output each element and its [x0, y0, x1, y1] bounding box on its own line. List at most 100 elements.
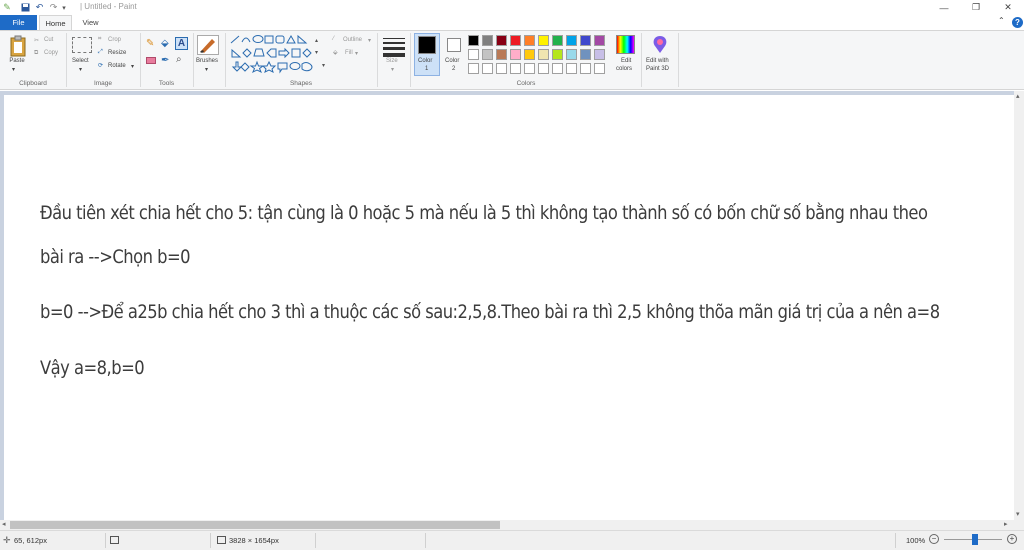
palette-swatch[interactable]: [468, 35, 479, 46]
cut-button[interactable]: Cut: [44, 37, 53, 43]
rotate-icon[interactable]: ⟳: [98, 62, 103, 69]
shapes-scroll-down-icon[interactable]: ▾: [315, 49, 318, 56]
zoom-slider-thumb[interactable]: [972, 534, 978, 545]
palette-swatch[interactable]: [496, 63, 507, 74]
resize-icon[interactable]: ⤢: [98, 49, 103, 56]
fill-bucket-icon[interactable]: ⬙: [161, 38, 169, 49]
palette-swatch[interactable]: [482, 49, 493, 60]
scroll-left-icon[interactable]: ◂: [2, 520, 6, 528]
close-icon[interactable]: ✕: [992, 0, 1024, 15]
palette-swatch[interactable]: [482, 35, 493, 46]
paint3d-label-line2[interactable]: Paint 3D: [646, 66, 669, 72]
rotate-button[interactable]: Rotate: [108, 63, 126, 69]
outline-icon[interactable]: ⁄: [333, 36, 334, 42]
magnifier-icon[interactable]: ⌕: [176, 54, 182, 65]
copy-button[interactable]: Copy: [44, 50, 58, 56]
fill-icon[interactable]: ⬙: [333, 49, 338, 56]
text-tool-icon[interactable]: A: [175, 37, 188, 50]
customize-quick-access-icon[interactable]: ▾: [60, 2, 68, 13]
scroll-up-icon[interactable]: ▴: [1016, 92, 1020, 100]
tab-view[interactable]: View: [74, 15, 107, 30]
brushes-label[interactable]: Brushes: [196, 58, 218, 64]
size-dropdown-icon[interactable]: ▾: [391, 66, 394, 73]
copy-icon[interactable]: ⧉: [34, 50, 38, 57]
paste-dropdown-icon[interactable]: ▾: [12, 66, 15, 73]
scroll-right-icon[interactable]: ▸: [1004, 520, 1008, 528]
color2-swatch[interactable]: [447, 38, 461, 52]
fill-dropdown-icon[interactable]: ▾: [355, 50, 358, 57]
resize-button[interactable]: Resize: [108, 50, 126, 56]
palette-swatch[interactable]: [524, 63, 535, 74]
minimize-icon[interactable]: —: [928, 0, 960, 15]
brushes-dropdown-icon[interactable]: ▾: [205, 66, 208, 73]
palette-swatch[interactable]: [580, 63, 591, 74]
paste-button[interactable]: [8, 35, 28, 57]
palette-swatch[interactable]: [468, 63, 479, 74]
palette-swatch[interactable]: [524, 49, 535, 60]
palette-swatch[interactable]: [552, 63, 563, 74]
brushes-button[interactable]: [197, 35, 219, 55]
palette-swatch[interactable]: [468, 49, 479, 60]
scroll-down-icon[interactable]: ▾: [1016, 510, 1020, 518]
zoom-in-icon[interactable]: +: [1007, 534, 1017, 544]
help-icon[interactable]: ?: [1012, 17, 1023, 28]
horizontal-scroll-thumb[interactable]: [10, 521, 500, 529]
palette-swatch[interactable]: [566, 35, 577, 46]
zoom-out-icon[interactable]: −: [929, 534, 939, 544]
edit-colors-label-line2[interactable]: colors: [616, 66, 632, 72]
paint3d-icon[interactable]: [651, 35, 669, 54]
fill-button[interactable]: Fill: [345, 50, 353, 56]
select-icon[interactable]: [72, 37, 92, 53]
palette-swatch[interactable]: [482, 63, 493, 74]
select-dropdown-icon[interactable]: ▾: [79, 66, 82, 73]
palette-swatch[interactable]: [510, 35, 521, 46]
eraser-icon[interactable]: [146, 57, 156, 64]
palette-swatch[interactable]: [538, 49, 549, 60]
shapes-gallery[interactable]: [229, 34, 329, 74]
pencil-icon[interactable]: ✎: [146, 38, 154, 49]
palette-swatch[interactable]: [552, 35, 563, 46]
crop-button[interactable]: Crop: [108, 37, 121, 43]
palette-swatch[interactable]: [594, 35, 605, 46]
palette-swatch[interactable]: [566, 63, 577, 74]
palette-swatch[interactable]: [538, 63, 549, 74]
rotate-dropdown-icon[interactable]: ▾: [131, 63, 134, 70]
outline-dropdown-icon[interactable]: ▾: [368, 37, 371, 44]
edit-colors-label-line1[interactable]: Edit: [621, 58, 631, 64]
shapes-expand-icon[interactable]: ▾: [322, 62, 325, 69]
tab-home[interactable]: Home: [39, 15, 72, 30]
paint3d-label-line1[interactable]: Edit with: [646, 58, 669, 64]
palette-swatch[interactable]: [594, 49, 605, 60]
edit-colors-icon[interactable]: [616, 35, 635, 54]
maximize-icon[interactable]: ❐: [960, 0, 992, 15]
vertical-scrollbar[interactable]: [1014, 91, 1024, 520]
palette-swatch[interactable]: [510, 63, 521, 74]
undo-icon[interactable]: ↶: [34, 2, 45, 13]
tab-file[interactable]: File: [0, 15, 37, 30]
palette-swatch[interactable]: [496, 35, 507, 46]
cut-icon[interactable]: ✂: [34, 37, 39, 44]
color-picker-icon[interactable]: ✒: [161, 55, 169, 66]
palette-swatch[interactable]: [524, 35, 535, 46]
size-button[interactable]: Size: [386, 58, 398, 64]
color2-number[interactable]: 2: [452, 66, 455, 72]
palette-swatch[interactable]: [580, 35, 591, 46]
shapes-scroll-up-icon[interactable]: ▴: [315, 37, 318, 44]
palette-swatch[interactable]: [566, 49, 577, 60]
crop-icon[interactable]: ⌗: [98, 36, 101, 43]
palette-swatch[interactable]: [552, 49, 563, 60]
save-icon[interactable]: [20, 2, 31, 13]
paste-label[interactable]: Paste: [6, 58, 28, 64]
palette-swatch[interactable]: [538, 35, 549, 46]
palette-swatch[interactable]: [594, 63, 605, 74]
palette-swatch[interactable]: [580, 49, 591, 60]
color2-label[interactable]: Color: [445, 58, 459, 64]
size-icon[interactable]: [383, 38, 405, 57]
redo-icon[interactable]: ↷: [48, 2, 59, 13]
palette-swatch[interactable]: [510, 49, 521, 60]
canvas-text-line: bài ra -->Chọn b=0: [40, 246, 191, 268]
collapse-ribbon-icon[interactable]: ⌃: [998, 16, 1005, 25]
select-button[interactable]: Select: [72, 58, 89, 64]
palette-swatch[interactable]: [496, 49, 507, 60]
outline-button[interactable]: Outline: [343, 37, 362, 43]
